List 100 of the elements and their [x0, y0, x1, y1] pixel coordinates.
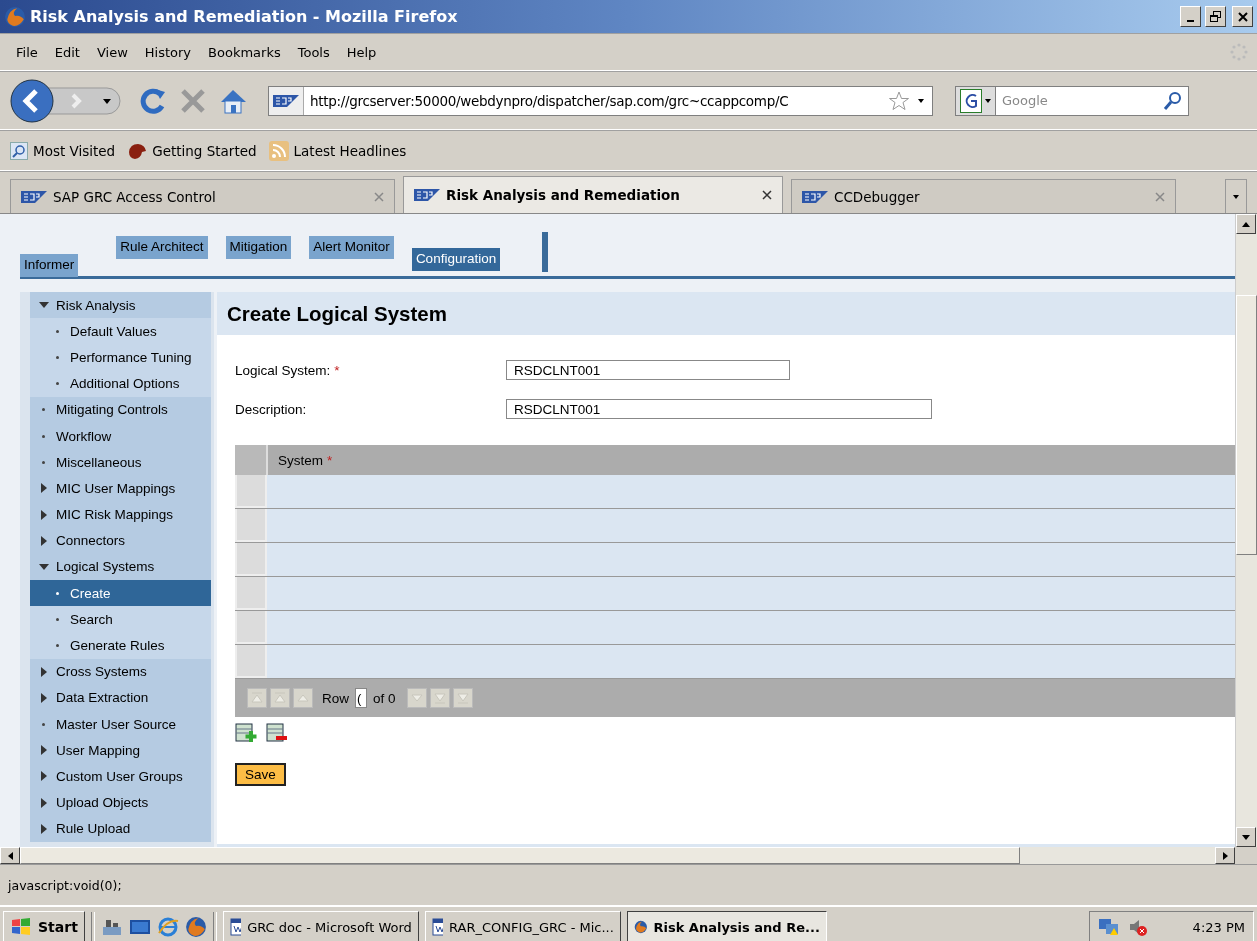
portal-tab[interactable]: Mitigation: [225, 236, 292, 259]
expanded-arrow-icon[interactable]: [38, 302, 49, 309]
vertical-scrollbar[interactable]: [1235, 214, 1257, 847]
bookmark-link[interactable]: Getting Started: [127, 141, 257, 160]
dropdown-icon[interactable]: [985, 98, 991, 103]
sidebar-item[interactable]: Upload Objects: [30, 789, 211, 816]
bullet-icon: [56, 617, 59, 621]
sidebar-item[interactable]: Workflow: [30, 422, 211, 450]
browser-tab[interactable]: CCDebugger: [791, 179, 1176, 213]
sap-logo-icon: [273, 94, 299, 107]
delete-row-icon[interactable]: [266, 723, 288, 743]
add-row-icon[interactable]: [235, 723, 257, 743]
sidebar-item[interactable]: Cross Systems: [30, 658, 211, 685]
firefox-icon: [4, 5, 26, 28]
collapsed-arrow-icon[interactable]: [40, 745, 47, 756]
collapsed-arrow-icon[interactable]: [40, 666, 47, 677]
portal-tab[interactable]: Rule Architect: [116, 236, 208, 259]
menu-item[interactable]: File: [8, 44, 47, 60]
menu-item[interactable]: Help: [338, 44, 386, 60]
minimize-button[interactable]: [1180, 6, 1201, 27]
save-button[interactable]: Save: [235, 763, 286, 786]
horizontal-scrollbar[interactable]: [0, 847, 1235, 864]
sidebar-item[interactable]: MIC User Mappings: [30, 475, 211, 502]
field-label: Description:: [235, 401, 308, 417]
bullet-icon: [56, 355, 59, 359]
google-logo-icon: [960, 88, 982, 113]
collapsed-arrow-icon[interactable]: [40, 509, 47, 520]
sidebar-item[interactable]: Create: [30, 580, 211, 607]
sidebar-item[interactable]: User Mapping: [30, 737, 211, 764]
bullet-icon: [56, 644, 59, 648]
menu-item[interactable]: Bookmarks: [200, 44, 290, 60]
bullet-icon: [42, 434, 45, 438]
portal-tab[interactable]: Alert Monitor: [309, 236, 394, 259]
text-field[interactable]: RSDCLNT001: [506, 360, 790, 380]
sidebar-item[interactable]: Connectors: [30, 527, 211, 554]
search-field[interactable]: Google: [996, 85, 1189, 116]
sidebar-item[interactable]: Mitigating Controls: [30, 396, 211, 423]
column-header: System *: [277, 452, 334, 470]
search-icon[interactable]: [1163, 90, 1183, 111]
collapsed-arrow-icon[interactable]: [40, 535, 47, 546]
search-engine-button[interactable]: [955, 85, 996, 116]
bookmark-link[interactable]: Most Visited: [10, 141, 116, 160]
bullet-icon: [42, 722, 45, 726]
browser-icon[interactable]: [156, 917, 179, 937]
sidebar-item[interactable]: Additional Options: [30, 370, 211, 397]
sidebar-item[interactable]: Search: [30, 606, 211, 633]
field-label: Logical System: *: [235, 362, 341, 378]
desktop-icon[interactable]: [128, 917, 151, 937]
sidebar-item[interactable]: Data Extraction: [30, 684, 211, 711]
sidebar-item[interactable]: Performance Tuning: [30, 344, 211, 371]
row-field[interactable]: (: [355, 688, 367, 708]
sidebar-item[interactable]: Master User Source: [30, 711, 211, 738]
previous-row-icon: [297, 692, 309, 704]
restore-icon: [1210, 11, 1221, 22]
sidebar-item[interactable]: Rule Upload: [30, 815, 211, 842]
start-button[interactable]: Start: [3, 911, 85, 941]
sidebar-item[interactable]: Default Values: [30, 318, 211, 345]
text-field[interactable]: RSDCLNT001: [506, 399, 932, 419]
collapsed-arrow-icon[interactable]: [40, 692, 47, 703]
menu-item[interactable]: Edit: [46, 44, 89, 60]
collapsed-arrow-icon[interactable]: [40, 823, 47, 834]
taskbar-button[interactable]: GRC doc - Microsoft Word: [222, 911, 419, 941]
star-icon[interactable]: [888, 89, 910, 112]
collapsed-arrow-icon[interactable]: [40, 797, 47, 808]
menu-item[interactable]: Tools: [289, 44, 339, 60]
browser-tab[interactable]: SAP GRC Access Control: [10, 179, 395, 213]
window-title: Risk Analysis and Remediation - Mozilla Firefox: [30, 7, 459, 26]
document-icon: [229, 918, 242, 936]
browser-tab[interactable]: Risk Analysis and Remediation: [403, 176, 783, 213]
bullet-icon: [56, 329, 59, 333]
taskbar-button[interactable]: RAR_CONFIG_GRC - Mic...: [424, 911, 621, 941]
sidebar-item[interactable]: Miscellaneous: [30, 449, 211, 476]
sidebar-item[interactable]: Generate Rules: [30, 632, 211, 659]
dropdown-icon: [1233, 194, 1239, 199]
close-tab-icon[interactable]: [762, 190, 772, 200]
sap-logo-icon: [414, 189, 440, 201]
menu-item[interactable]: History: [136, 44, 201, 60]
taskbar-button[interactable]: Risk Analysis and Re...: [626, 911, 827, 941]
portal-tab[interactable]: Configuration: [411, 248, 501, 271]
first-page-icon: [251, 692, 263, 704]
sidebar-item[interactable]: Risk Analysis: [30, 292, 211, 319]
menu-item[interactable]: View: [88, 44, 137, 60]
collapsed-arrow-icon[interactable]: [40, 771, 47, 782]
expanded-arrow-icon[interactable]: [38, 563, 49, 570]
sidebar-item[interactable]: MIC Risk Mappings: [30, 501, 211, 528]
sap-logo-icon: [802, 190, 828, 203]
address-field[interactable]: http://grcserver:50000/webdynpro/dispatcher/sap.com/grc~ccappcomp/C: [268, 85, 933, 116]
portal-tab[interactable]: Informer: [20, 254, 79, 277]
sidebar-item[interactable]: Logical Systems: [30, 553, 211, 581]
collapsed-arrow-icon[interactable]: [40, 483, 47, 494]
selector-header: [235, 445, 268, 475]
scroll-up-icon: [1242, 221, 1250, 227]
pager-label: Row: [322, 690, 349, 706]
scroll-left-icon: [7, 851, 13, 860]
minimize-icon: [1187, 19, 1194, 22]
restore-button[interactable]: [1205, 6, 1226, 27]
bookmark-link[interactable]: Latest Headlines: [268, 140, 407, 161]
sidebar-item[interactable]: Custom User Groups: [30, 763, 211, 790]
close-button[interactable]: [1232, 6, 1253, 27]
server-manager-icon[interactable]: [100, 917, 123, 937]
